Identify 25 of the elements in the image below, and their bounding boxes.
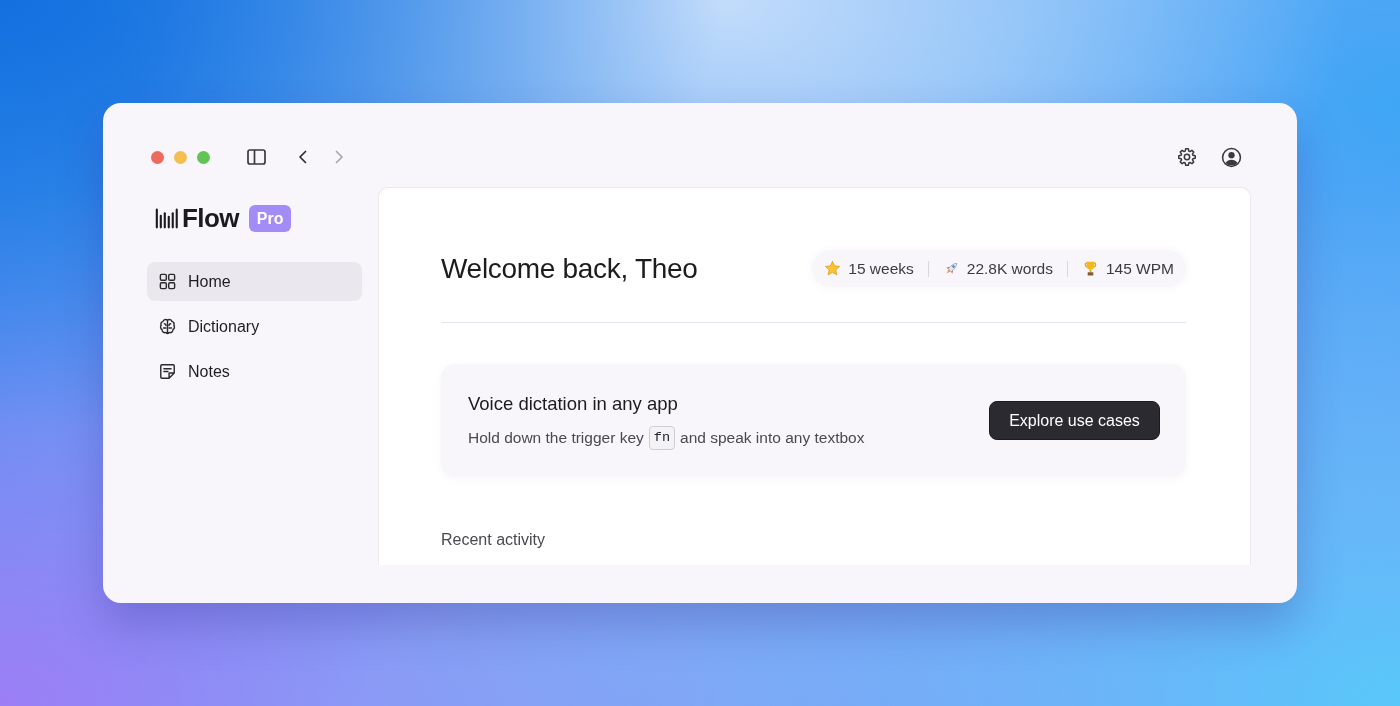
note-icon	[158, 362, 177, 381]
greeting-heading: Welcome back, Theo	[441, 251, 698, 286]
hint-text: and speak into any textbox	[680, 427, 865, 448]
logo-text: Flow	[182, 205, 239, 232]
nav-item[interactable]: Dictionary	[147, 307, 362, 346]
nav-item[interactable]: Notes	[147, 352, 362, 391]
sidebar-toggle-icon[interactable]	[247, 149, 266, 165]
card-title: Voice dictation in any app	[468, 391, 679, 416]
star-icon	[824, 260, 842, 277]
close-window-icon[interactable]	[151, 150, 164, 164]
brain-icon	[158, 317, 177, 336]
section-heading: Recent activity	[441, 530, 547, 550]
stat-text: 145 WPM	[1105, 258, 1174, 279]
grid-icon	[158, 272, 177, 291]
stat-text: 15 weeks	[848, 258, 914, 279]
hint-text: Hold down the trigger key	[468, 427, 644, 448]
stat-text: 22.8K words	[966, 258, 1053, 279]
back-chevron-icon[interactable]	[298, 150, 307, 164]
key-cap: fn	[648, 425, 676, 450]
nav-item[interactable]: Home	[147, 262, 362, 301]
pro-badge: Pro	[248, 205, 292, 232]
sound-bars-icon	[155, 207, 179, 230]
settings-icon[interactable]	[1177, 147, 1197, 167]
explore-button[interactable]: Explore use cases	[989, 401, 1160, 440]
profile-icon[interactable]	[1221, 146, 1242, 168]
